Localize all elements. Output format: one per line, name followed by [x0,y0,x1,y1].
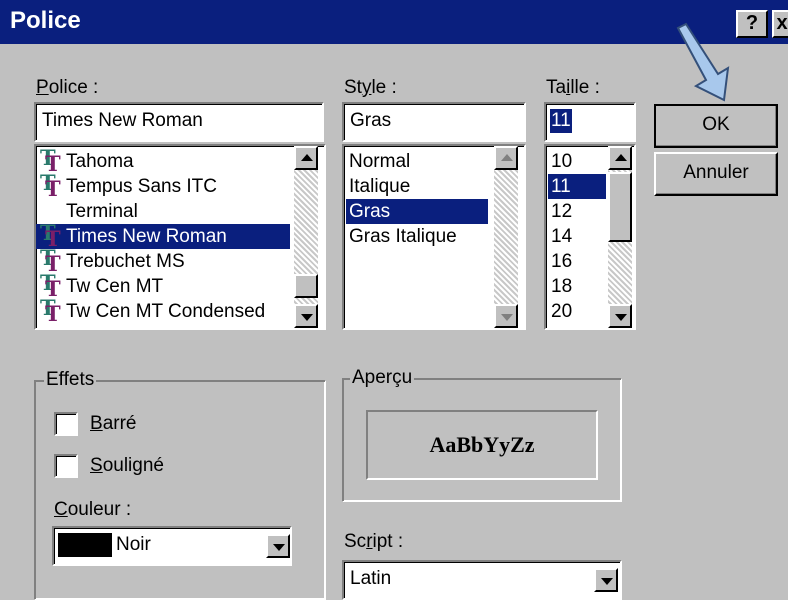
style-item-gras[interactable]: Gras [346,199,488,224]
size-input[interactable]: 11 [544,102,636,142]
color-label-accesskey: C [54,499,68,520]
scroll-down-button[interactable] [494,304,518,328]
truetype-icon: TT [40,146,61,176]
style-value: Gras [350,110,392,131]
size-list[interactable]: 10 11 12 14 16 18 20 [544,144,636,330]
strikeout-checkbox[interactable] [54,412,78,436]
style-item-italique[interactable]: Italique [346,174,488,199]
style-label-rest: le : [371,77,397,98]
script-select[interactable]: Latin [342,560,622,600]
size-item-14[interactable]: 14 [548,224,606,249]
underline-label: Souligné [90,454,164,478]
strikeout-label-rest: arré [102,413,137,434]
color-select[interactable]: Noir [52,526,292,566]
size-list-scrollbar[interactable] [608,146,632,328]
style-item-gras-italique[interactable]: Gras Italique [346,224,488,249]
font-list[interactable]: TT Tahoma TT Tempus Sans ITC Terminal TT… [34,144,326,330]
font-item-tw-cen-mt[interactable]: TT Tw Cen MT [36,270,290,301]
size-item-10[interactable]: 10 [548,149,606,174]
underline-checkbox[interactable] [54,454,78,478]
style-label-pre: St [344,77,362,98]
style-list-scrollbar[interactable] [494,146,518,328]
truetype-icon: TT [40,270,61,301]
size-item-18[interactable]: 18 [548,274,606,299]
scroll-up-button[interactable] [494,146,518,170]
scroll-down-button[interactable] [294,304,318,328]
truetype-icon: TT [40,245,61,276]
scroll-up-button[interactable] [294,146,318,170]
window-title: Police [10,7,81,34]
chevron-down-icon [601,578,613,585]
underline-label-accesskey: S [90,455,103,476]
font-item-trebuchet-ms[interactable]: TT Trebuchet MS [36,245,290,276]
font-name-input[interactable]: Times New Roman [34,102,324,142]
style-input[interactable]: Gras [342,102,526,142]
scroll-down-button[interactable] [608,304,632,328]
font-item-tahoma[interactable]: TT Tahoma [36,146,290,176]
script-label-rest: ipt : [372,531,404,552]
size-item-12[interactable]: 12 [548,199,606,224]
arrow-down-icon [501,314,513,321]
font-list-scrollbar[interactable] [294,146,318,328]
color-swatch [58,533,112,557]
preview-legend: Aperçu [350,366,415,390]
color-dropdown-button[interactable] [266,534,290,558]
font-item-tempus-sans-itc[interactable]: TT Tempus Sans ITC [36,170,290,201]
size-label-rest: lle : [570,77,600,98]
size-label: Taille : [546,76,600,100]
close-icon: x [776,12,788,34]
scroll-thumb[interactable] [608,172,632,242]
underline-label-rest: ouligné [102,455,164,476]
arrow-down-icon [301,314,313,321]
ok-button[interactable]: OK [654,104,778,148]
font-item-tw-cen-mt-condensed[interactable]: TT Tw Cen MT Condensed [36,295,290,326]
size-item-16[interactable]: 16 [548,249,606,274]
size-item-11[interactable]: 11 [548,174,606,199]
close-button[interactable]: x [772,10,788,38]
script-label-pre: Sc [344,531,367,552]
size-value: 11 [550,109,572,133]
truetype-icon: TT [40,295,61,326]
style-item-normal[interactable]: Normal [346,149,488,174]
style-list[interactable]: Normal Italique Gras Gras Italique [342,144,526,330]
arrow-up-icon [501,154,513,161]
arrow-down-icon [615,314,627,321]
truetype-icon: TT [40,220,61,251]
font-item-times-new-roman[interactable]: TT Times New Roman [36,220,290,251]
color-label: Couleur : [54,498,131,522]
truetype-icon: TT [40,170,61,201]
color-label-rest: ouleur : [67,499,132,520]
script-value: Latin [350,568,392,589]
preview-sample: AaBbYyZz [429,432,535,457]
font-label: Police : [36,76,98,100]
arrow-up-icon [615,154,627,161]
strikeout-label-accesskey: B [90,413,103,434]
font-list-items: TT Tahoma TT Tempus Sans ITC Terminal TT… [36,146,290,328]
font-item-terminal[interactable]: Terminal [36,199,290,224]
font-label-rest: olice : [48,77,99,98]
script-dropdown-button[interactable] [594,568,618,592]
cancel-button[interactable]: Annuler [654,152,778,196]
font-name-value: Times New Roman [42,110,203,131]
color-value: Noir [116,534,151,555]
font-label-accesskey: P [36,77,49,98]
style-label: Style : [344,76,397,100]
script-label: Script : [344,530,403,554]
strikeout-label: Barré [90,412,136,436]
effects-legend: Effets [44,368,97,392]
scroll-up-button[interactable] [608,146,632,170]
preview-box: AaBbYyZz [366,410,598,480]
arrow-up-icon [301,154,313,161]
size-item-20[interactable]: 20 [548,299,606,324]
title-bar[interactable]: Police ? x [0,0,788,44]
chevron-down-icon [273,544,285,551]
size-label-pre: Ta [546,77,567,98]
scroll-thumb[interactable] [294,274,318,298]
pointer-arrow-icon [676,22,730,102]
